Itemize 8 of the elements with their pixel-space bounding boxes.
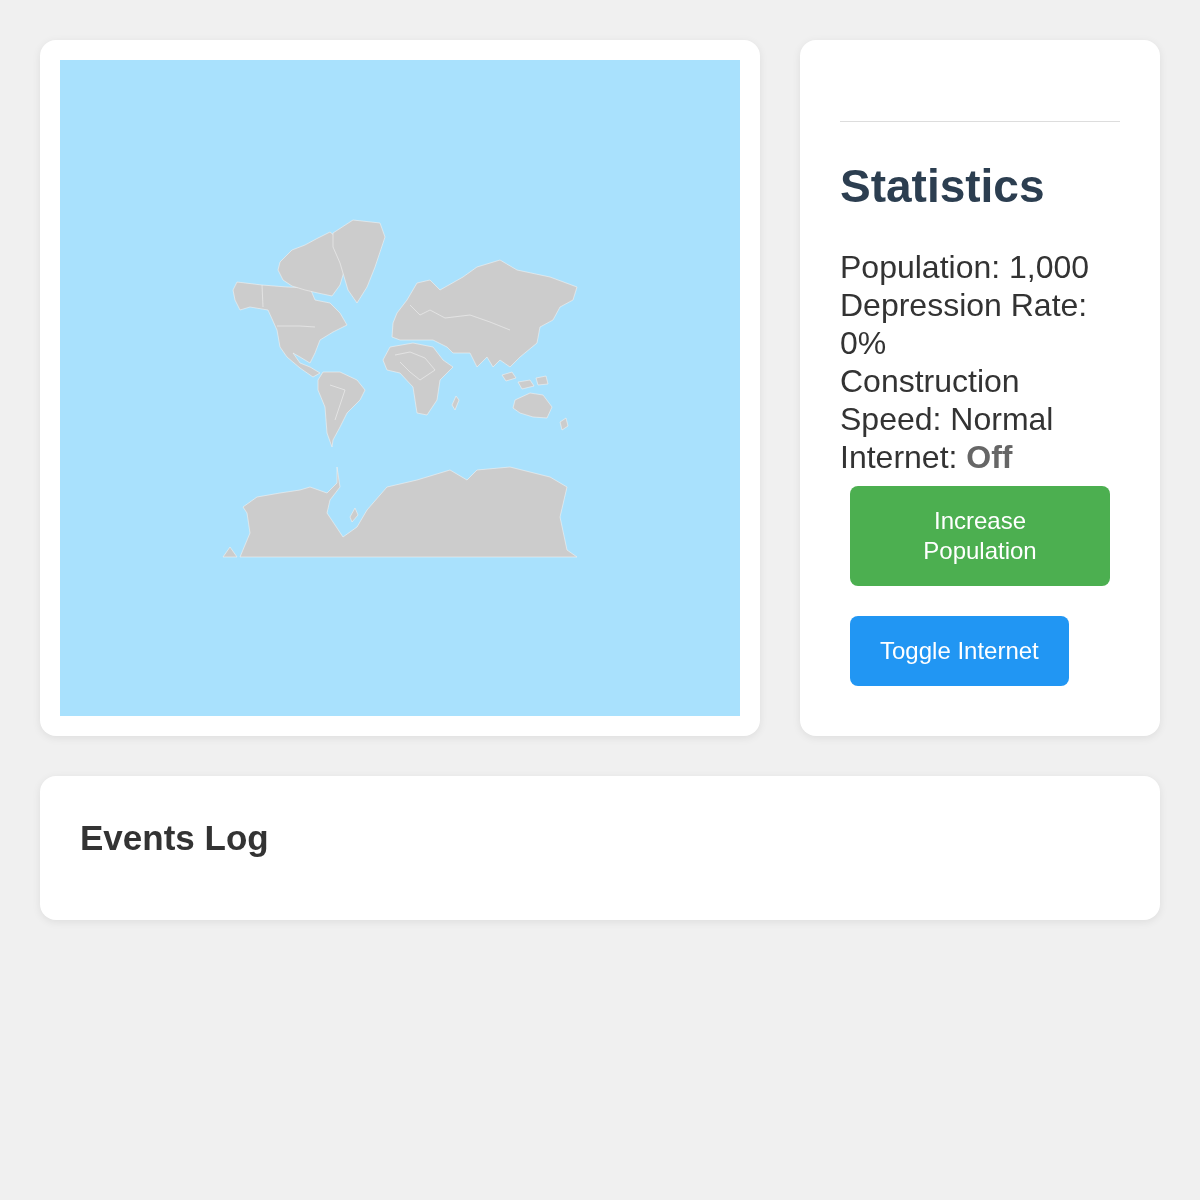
statistics-heading: Statistics bbox=[840, 159, 1046, 214]
statistic-text: Construction Speed: Normal bbox=[840, 362, 1055, 438]
statistic-text: Population: 1,000 bbox=[840, 248, 1091, 286]
increase-population-button[interactable]: Increase Population bbox=[850, 486, 1110, 586]
events-log-heading: Events Log bbox=[80, 817, 270, 859]
statistic-text: Depression Rate: 0% bbox=[840, 286, 1089, 362]
toggle-internet-button[interactable]: Toggle Internet bbox=[850, 616, 1069, 686]
statistic-text: Internet: Off bbox=[840, 438, 1014, 476]
